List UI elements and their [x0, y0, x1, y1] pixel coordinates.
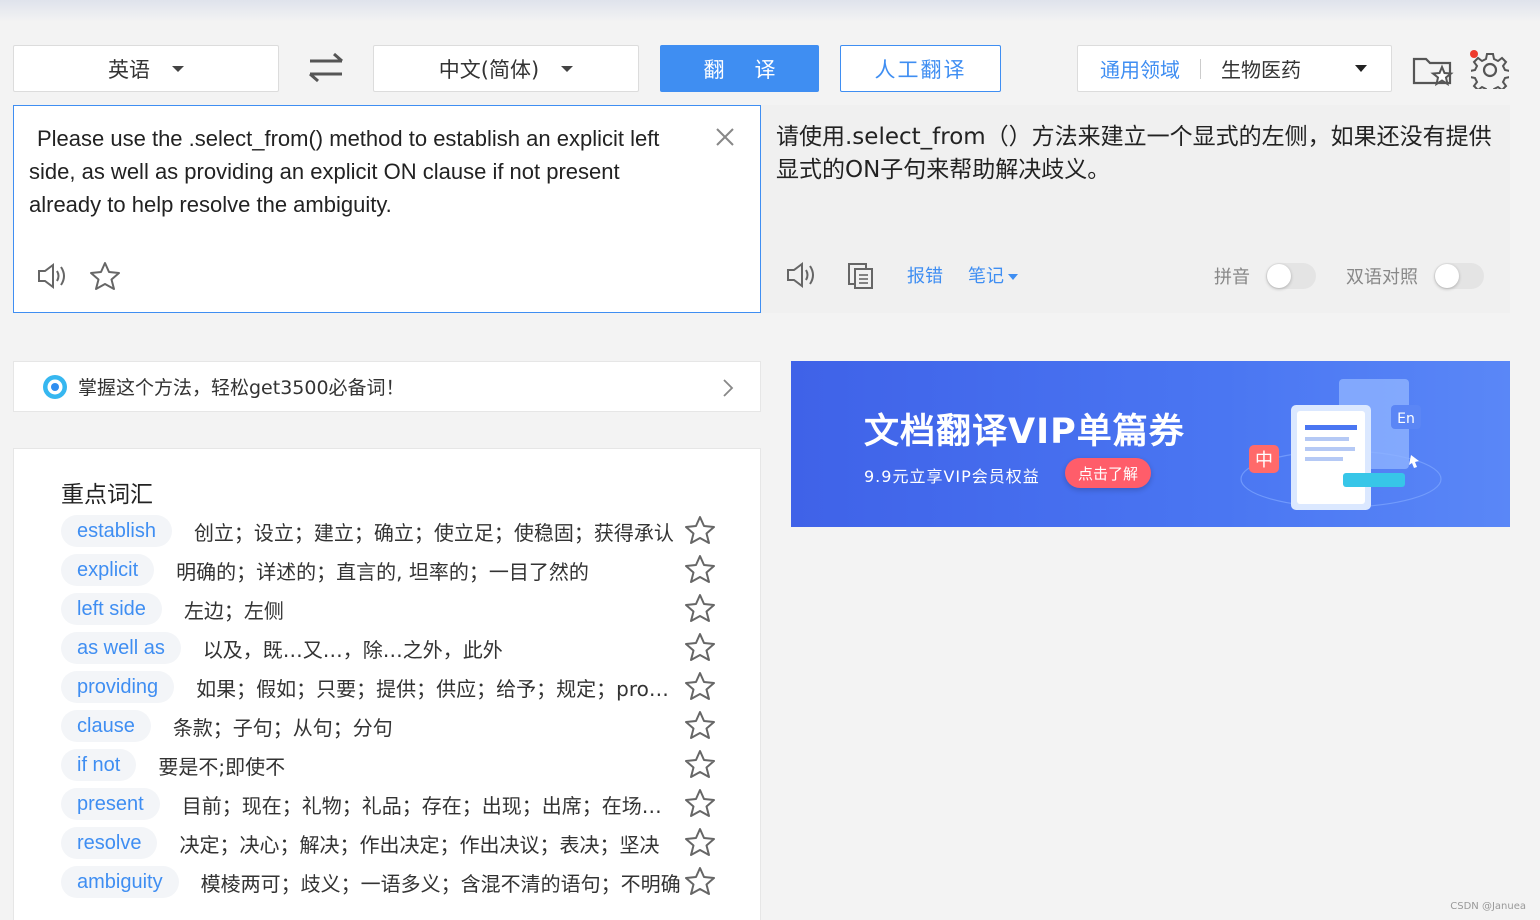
vocab-item: ambiguity 模棱两可；歧义；一语多义；含混不清的语句；不明确 [61, 864, 731, 900]
promo-bar[interactable]: 掌握这个方法，轻松get3500必备词！ [13, 361, 761, 412]
target-language-select[interactable]: 中文(简体) [373, 45, 639, 92]
vocab-definition: 决定；决心；解决；作出决定；作出决议；表决；坚决 [179, 832, 660, 857]
key-vocabulary-panel: 重点词汇 establish 创立；设立；建立；确立；使立足；使稳固；获得承认 ex… [13, 448, 761, 920]
vocab-word[interactable]: establish [61, 515, 172, 547]
vocab-item: explicit 明确的；详述的；直言的, 坦率的；一目了然的 [61, 552, 731, 588]
vocab-item: present 目前；现在；礼物；礼品；存在；出现；出席；在场；现在的 [61, 786, 731, 822]
translate-button[interactable]: 翻译 [660, 45, 819, 92]
vip-promo-banner[interactable]: 文档翻译VIP单篇券 9.9元立享VIP会员权益 点击了解 中 En [791, 361, 1510, 527]
human-translate-button[interactable]: 人工翻译 [840, 45, 1001, 92]
banner-title: 文档翻译VIP单篇券 [864, 412, 1185, 452]
vocab-word[interactable]: ambiguity [61, 866, 179, 898]
vocab-item: providing 如果；假如；只要；提供；供应；给予；规定；provide的现在… [61, 669, 731, 705]
vocab-word[interactable]: resolve [61, 827, 158, 859]
domain-select: 通用领域 生物医药 [1077, 45, 1392, 92]
caret-down-icon [1008, 274, 1018, 280]
chevron-right-icon [723, 379, 734, 397]
chevron-down-icon [172, 65, 184, 72]
badge-en: En [1397, 411, 1415, 427]
vocab-definition: 目前；现在；礼物；礼品；存在；出现；出席；在场；现在的 [181, 793, 662, 818]
speaker-icon[interactable] [785, 261, 817, 289]
vocab-definition: 左边；左侧 [183, 598, 284, 623]
vocab-definition: 要是不;即使不 [158, 754, 286, 779]
banner-cta-button[interactable]: 点击了解 [1065, 458, 1152, 488]
report-error-link[interactable]: 报错 [907, 262, 943, 288]
document-illustration-icon: 中 En [1240, 379, 1442, 510]
vocab-definition: 如果；假如；只要；提供；供应；给予；规定；provide的现在分词 [196, 676, 676, 701]
vocab-item: left side 左边；左侧 [61, 591, 731, 627]
toggle-knob [1435, 264, 1459, 288]
vocab-item: resolve 决定；决心；解决；作出决定；作出决议；表决；坚决 [61, 825, 731, 861]
source-text[interactable]: Please use the .select_from() method to … [29, 122, 689, 221]
star-icon[interactable] [684, 749, 716, 783]
badge-zh: 中 [1255, 450, 1273, 471]
gear-icon[interactable] [1471, 51, 1509, 89]
source-input-panel[interactable]: Please use the .select_from() method to … [13, 105, 761, 313]
vocab-word[interactable]: present [61, 788, 160, 820]
vocab-definition: 模棱两可；歧义；一语多义；含混不清的语句；不明确 [200, 871, 681, 896]
target-language-label: 中文(简体) [438, 57, 540, 82]
star-icon[interactable] [684, 710, 716, 744]
bilingual-label: 双语对照 [1346, 267, 1418, 288]
vocab-word[interactable]: if not [61, 749, 137, 781]
vocab-item: as well as 以及，既…又…，除…之外，此外 [61, 630, 731, 666]
source-language-label: 英语 [108, 57, 150, 82]
domain-separator [1200, 58, 1201, 79]
close-icon[interactable] [714, 126, 736, 148]
vocab-word[interactable]: as well as [61, 632, 181, 664]
vocab-item: if not 要是不;即使不 [61, 747, 731, 783]
app-logo-icon [43, 374, 67, 399]
source-language-select[interactable]: 英语 [13, 45, 279, 92]
vocab-word[interactable]: left side [61, 593, 162, 625]
star-icon[interactable] [684, 827, 716, 861]
pinyin-label: 拼音 [1214, 267, 1250, 288]
chevron-down-icon[interactable] [1355, 65, 1367, 72]
vocab-definition: 条款；子句；从句；分句 [172, 715, 393, 740]
notes-label: 笔记 [968, 266, 1004, 287]
notes-menu[interactable]: 笔记 [968, 262, 1018, 288]
star-icon[interactable] [684, 515, 716, 549]
domain-specific[interactable]: 生物医药 [1221, 54, 1301, 83]
toggle-knob [1267, 264, 1291, 288]
star-icon[interactable] [684, 632, 716, 666]
vocab-definition: 以及，既…又…，除…之外，此外 [202, 637, 503, 662]
pinyin-toggle[interactable] [1266, 263, 1316, 289]
translation-output-panel: 请使用.select_from（）方法来建立一个显式的左侧，如果还没有提供显式的… [761, 105, 1510, 313]
star-icon[interactable] [684, 788, 716, 822]
domain-general[interactable]: 通用领域 [1100, 54, 1180, 83]
copy-icon[interactable] [847, 262, 875, 290]
vocab-word[interactable]: providing [61, 671, 175, 703]
swap-icon[interactable] [304, 50, 348, 86]
promo-text: 掌握这个方法，轻松get3500必备词！ [78, 377, 405, 399]
star-icon[interactable] [89, 261, 121, 291]
vocab-item: clause 条款；子句；从句；分句 [61, 708, 731, 744]
translation-text: 请使用.select_from（）方法来建立一个显式的左侧，如果还没有提供显式的… [776, 124, 1492, 183]
vocab-word[interactable]: explicit [61, 554, 155, 586]
vocab-title: 重点词汇 [61, 482, 153, 508]
vocab-definition: 明确的；详述的；直言的, 坦率的；一目了然的 [176, 559, 589, 584]
star-icon[interactable] [684, 554, 716, 588]
vocab-definition: 创立；设立；建立；确立；使立足；使稳固；获得承认 [193, 520, 674, 545]
favorites-folder-icon[interactable] [1412, 53, 1454, 87]
star-icon[interactable] [684, 866, 716, 900]
vocab-item: establish 创立；设立；建立；确立；使立足；使稳固；获得承认 [61, 513, 731, 549]
banner-subtitle: 9.9元立享VIP会员权益 [864, 467, 1040, 486]
star-icon[interactable] [684, 671, 716, 705]
star-icon[interactable] [684, 593, 716, 627]
bilingual-toggle[interactable] [1434, 263, 1484, 289]
speaker-icon[interactable] [36, 262, 68, 290]
toolbar: 英语 中文(简体) 翻译 人工翻译 通用领域 生物医药 [0, 0, 1540, 100]
chevron-down-icon [561, 65, 574, 72]
watermark: CSDN @Januea [1450, 901, 1526, 912]
vocab-word[interactable]: clause [61, 710, 151, 742]
